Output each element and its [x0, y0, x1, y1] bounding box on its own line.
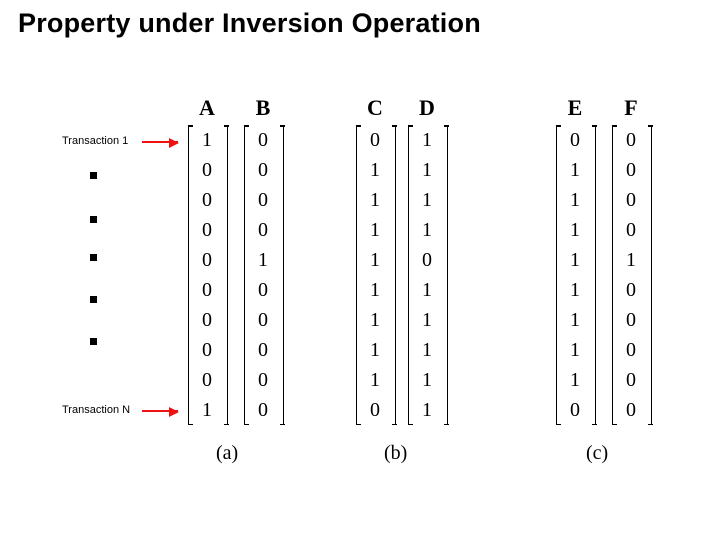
data-cell: 1	[360, 275, 390, 305]
page-title: Property under Inversion Operation	[18, 8, 481, 39]
arrow-to-last-row	[142, 410, 178, 412]
data-cell: 1	[412, 275, 442, 305]
data-column-F: 0000100000	[616, 125, 646, 425]
data-cell: 0	[248, 155, 278, 185]
data-cell: 0	[616, 185, 646, 215]
data-cell: 1	[192, 395, 222, 425]
data-cell: 1	[412, 155, 442, 185]
panel-caption-1: (b)	[384, 442, 407, 465]
data-cell: 1	[560, 185, 590, 215]
data-cell: 0	[616, 305, 646, 335]
data-cell: 0	[192, 185, 222, 215]
data-column-C: 0111111110	[360, 125, 390, 425]
data-cell: 1	[192, 125, 222, 155]
data-cell: 1	[616, 245, 646, 275]
data-cell: 1	[560, 305, 590, 335]
data-column-D: 1111011111	[412, 125, 442, 425]
data-cell: 1	[560, 245, 590, 275]
data-cell: 0	[616, 275, 646, 305]
data-cell: 1	[360, 245, 390, 275]
data-cell: 0	[616, 335, 646, 365]
data-cell: 1	[560, 155, 590, 185]
data-column-E: 0111111110	[560, 125, 590, 425]
data-cell: 0	[192, 305, 222, 335]
data-cell: 0	[248, 335, 278, 365]
data-cell: 1	[412, 125, 442, 155]
data-cell: 0	[248, 185, 278, 215]
data-cell: 0	[192, 365, 222, 395]
data-cell: 1	[412, 395, 442, 425]
figure-stage: Property under Inversion Operation Trans…	[0, 0, 720, 540]
panel-caption-2: (c)	[586, 442, 608, 465]
data-cell: 0	[616, 155, 646, 185]
data-cell: 0	[412, 245, 442, 275]
data-cell: 0	[192, 335, 222, 365]
data-cell: 0	[248, 395, 278, 425]
data-cell: 0	[248, 305, 278, 335]
column-header-E: E	[560, 95, 590, 121]
data-cell: 1	[412, 185, 442, 215]
row-first-label: Transaction 1	[62, 135, 128, 147]
data-cell: 0	[360, 125, 390, 155]
data-cell: 0	[192, 155, 222, 185]
column-header-A: A	[192, 95, 222, 121]
data-cell: 1	[560, 275, 590, 305]
data-cell: 1	[412, 365, 442, 395]
data-cell: 0	[248, 215, 278, 245]
data-cell: 1	[560, 215, 590, 245]
data-cell: 0	[560, 395, 590, 425]
data-cell: 1	[360, 215, 390, 245]
data-cell: 1	[248, 245, 278, 275]
column-header-C: C	[360, 95, 390, 121]
data-cell: 0	[248, 365, 278, 395]
data-cell: 1	[560, 365, 590, 395]
column-header-B: B	[248, 95, 278, 121]
data-cell: 1	[360, 305, 390, 335]
data-cell: 1	[412, 305, 442, 335]
data-cell: 0	[192, 275, 222, 305]
data-cell: 0	[360, 395, 390, 425]
ellipsis-dot	[90, 172, 97, 179]
ellipsis-dot	[90, 296, 97, 303]
panel-caption-0: (a)	[216, 442, 238, 465]
data-cell: 1	[360, 365, 390, 395]
column-header-D: D	[412, 95, 442, 121]
data-cell: 1	[560, 335, 590, 365]
data-cell: 1	[412, 215, 442, 245]
data-cell: 0	[192, 245, 222, 275]
row-last-label: Transaction N	[62, 404, 130, 416]
data-cell: 0	[616, 365, 646, 395]
data-cell: 0	[616, 395, 646, 425]
data-cell: 1	[360, 185, 390, 215]
arrow-to-first-row	[142, 141, 178, 143]
data-cell: 1	[360, 335, 390, 365]
data-cell: 0	[616, 215, 646, 245]
data-cell: 0	[192, 215, 222, 245]
ellipsis-dot	[90, 216, 97, 223]
column-header-F: F	[616, 95, 646, 121]
data-cell: 0	[560, 125, 590, 155]
data-column-B: 0000100000	[248, 125, 278, 425]
data-cell: 0	[248, 275, 278, 305]
ellipsis-dot	[90, 338, 97, 345]
ellipsis-dot	[90, 254, 97, 261]
data-cell: 1	[412, 335, 442, 365]
data-cell: 0	[248, 125, 278, 155]
data-column-A: 1000000001	[192, 125, 222, 425]
data-cell: 0	[616, 125, 646, 155]
data-cell: 1	[360, 155, 390, 185]
